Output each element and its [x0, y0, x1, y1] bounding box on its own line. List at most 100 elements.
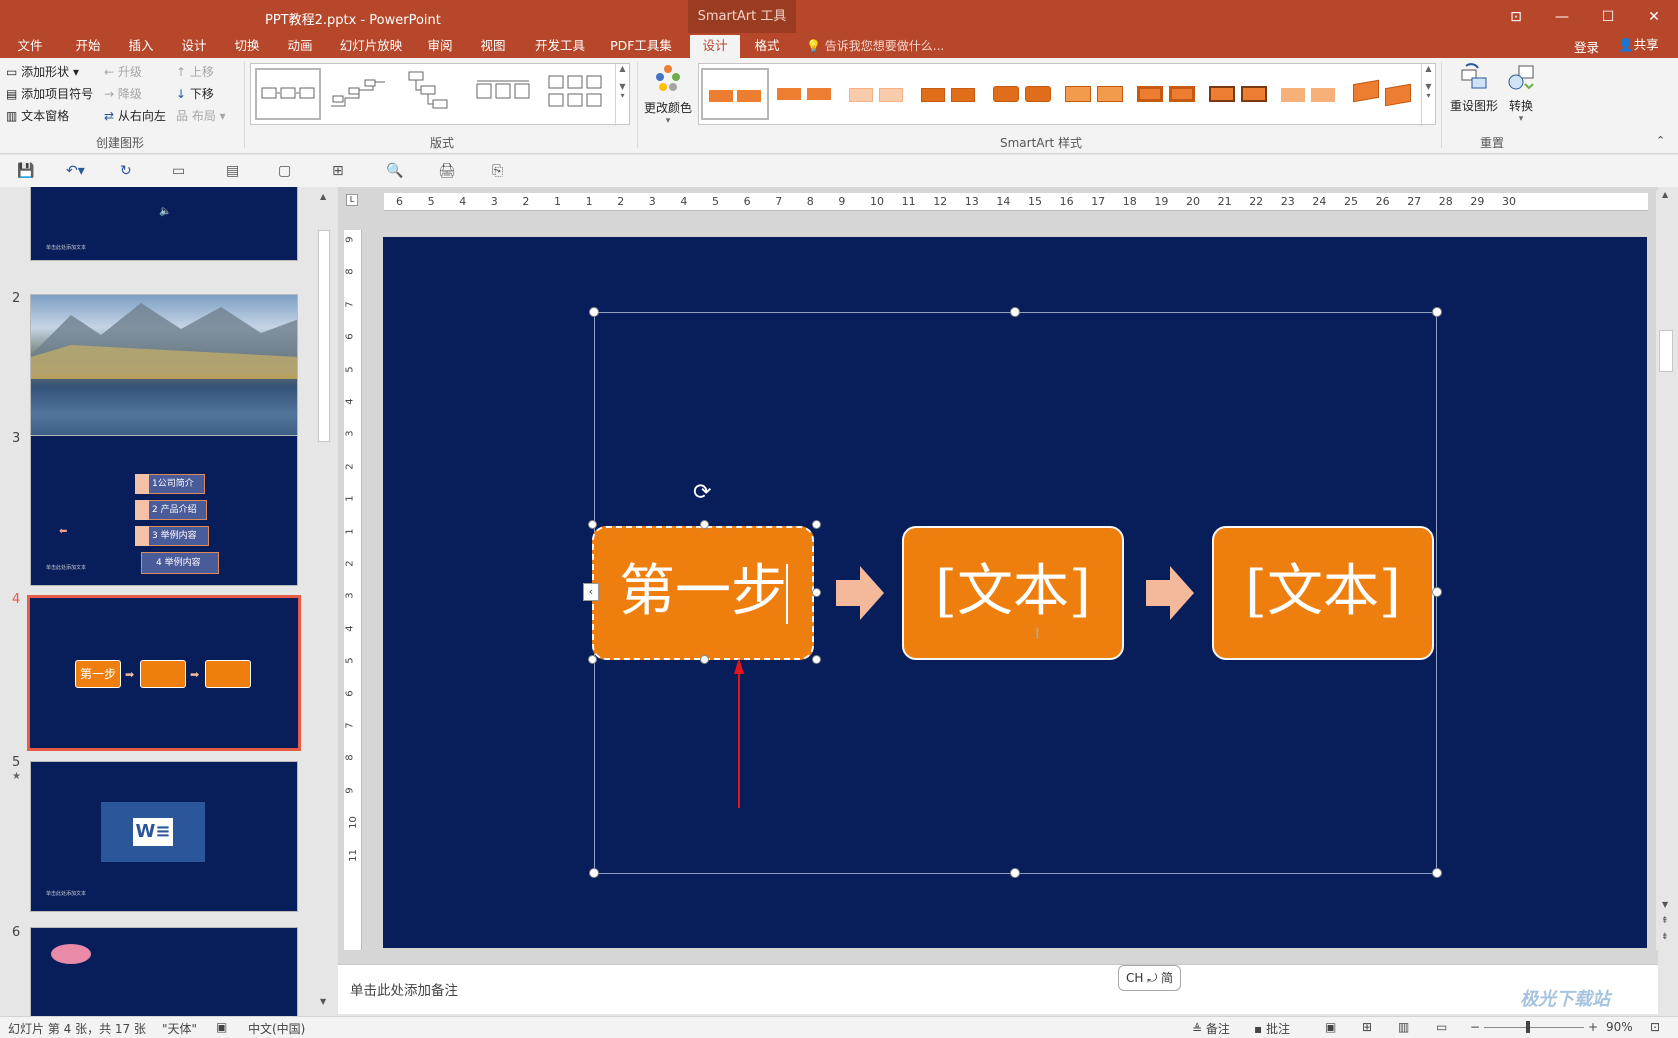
- new-slide-icon[interactable]: ▭: [172, 163, 185, 179]
- zoom-slider-thumb[interactable]: [1526, 1021, 1530, 1033]
- tab-stop-selector[interactable]: L: [346, 194, 358, 206]
- add-shape-button[interactable]: ▭ 添加形状 ▾: [6, 63, 79, 81]
- reading-view-icon[interactable]: ▥: [1398, 1020, 1409, 1034]
- tab-format[interactable]: 格式: [745, 35, 789, 58]
- print-icon[interactable]: 🖨: [438, 163, 456, 179]
- shape-handle[interactable]: [700, 655, 709, 664]
- tab-review[interactable]: 审阅: [420, 35, 460, 58]
- slide-sorter-icon[interactable]: ⊞: [1362, 1020, 1372, 1034]
- resize-handle[interactable]: [589, 307, 599, 317]
- redo-icon[interactable]: ↻: [120, 163, 132, 179]
- login-link[interactable]: 登录: [1574, 37, 1599, 56]
- ime-indicator[interactable]: CH ⤾ 简: [1118, 965, 1181, 991]
- layout-grid-process-thumb[interactable]: [545, 68, 611, 120]
- layout-icon[interactable]: ▤: [226, 163, 239, 179]
- notes-pane[interactable]: 单击此处添加备注: [338, 964, 1658, 1014]
- move-down-button[interactable]: ↓ 下移: [176, 85, 214, 103]
- tell-me-search[interactable]: 💡 告诉我您想要做什么...: [806, 37, 944, 54]
- text-pane-toggle-icon[interactable]: ‹: [583, 583, 599, 601]
- resize-handle[interactable]: [1010, 307, 1020, 317]
- resize-handle[interactable]: [1010, 868, 1020, 878]
- shape-handle[interactable]: [812, 520, 821, 529]
- move-up-button[interactable]: ↑ 上移: [176, 63, 214, 81]
- fit-to-window-icon[interactable]: ⊡: [1650, 1020, 1660, 1034]
- styles-gallery-scroll[interactable]: ▲ ▼ ▾: [1421, 64, 1435, 126]
- slide-thumbnail-4-selected[interactable]: 第一步 ➡ ➡: [27, 595, 301, 751]
- reset-graphic-button[interactable]: 重设图形: [1446, 62, 1502, 122]
- process-arrow-2[interactable]: [1146, 566, 1194, 620]
- zoom-level[interactable]: 90%: [1606, 1020, 1633, 1034]
- close-button[interactable]: ✕: [1634, 4, 1674, 30]
- shape-handle[interactable]: [812, 655, 821, 664]
- slide-thumbnail-2[interactable]: [30, 294, 298, 445]
- slide-thumbnail-3[interactable]: 1公司简介 2 产品介绍 3 举例内容 4 举例内容 ⬅ 单击此处添加文本: [30, 435, 298, 586]
- scroll-down-icon[interactable]: ▼: [320, 997, 326, 1006]
- layout-button[interactable]: 品 布局 ▾: [176, 107, 226, 125]
- slideshow-view-icon[interactable]: ▭: [1436, 1020, 1447, 1034]
- zoom-slider[interactable]: [1484, 1027, 1584, 1028]
- rotate-handle-icon[interactable]: ⟳: [693, 480, 711, 505]
- language-status[interactable]: 中文(中国): [248, 1020, 305, 1037]
- minimize-button[interactable]: —: [1542, 4, 1582, 30]
- scroll-up-icon[interactable]: ▲: [1662, 190, 1668, 199]
- style-thumb-moderate[interactable]: [917, 68, 985, 120]
- tab-developer[interactable]: 开发工具: [528, 35, 592, 58]
- change-colors-button[interactable]: 更改颜色 ▾: [642, 62, 694, 128]
- process-step-3-shape[interactable]: [文本]: [1212, 526, 1434, 660]
- layouts-gallery-scroll[interactable]: ▲ ▼ ▾: [615, 64, 629, 126]
- next-slide-icon[interactable]: ⇟: [1661, 932, 1669, 942]
- editor-scrollbar[interactable]: ▲ ▼ ⇞ ⇟: [1656, 190, 1676, 950]
- layout-step-up-thumb[interactable]: [327, 68, 393, 120]
- shape-handle[interactable]: [588, 520, 597, 529]
- text-pane-button[interactable]: ▥ 文本窗格: [6, 107, 69, 125]
- thumbnail-pane-scrollbar[interactable]: ▲ ▼: [316, 192, 332, 1012]
- tab-slideshow[interactable]: 幻灯片放映: [336, 35, 406, 58]
- step-2-text[interactable]: [文本]: [935, 559, 1091, 624]
- scroll-thumb[interactable]: [1659, 330, 1673, 372]
- right-to-left-button[interactable]: ⇄ 从右向左: [104, 107, 166, 125]
- ribbon-display-options-icon[interactable]: ⊡: [1496, 4, 1536, 30]
- zoom-in-icon[interactable]: +: [1588, 1020, 1598, 1034]
- tab-file[interactable]: 文件: [10, 35, 50, 58]
- notes-placeholder[interactable]: 单击此处添加备注: [350, 979, 458, 999]
- normal-view-icon[interactable]: ▣: [1325, 1020, 1336, 1034]
- resize-handle[interactable]: [589, 868, 599, 878]
- style-thumb-cartoon[interactable]: [1205, 68, 1273, 120]
- style-thumb-powder[interactable]: [1277, 68, 1345, 120]
- save-icon[interactable]: 💾: [17, 163, 34, 179]
- shape-handle[interactable]: [588, 655, 597, 664]
- demote-button[interactable]: → 降级: [104, 85, 142, 103]
- style-thumb-simple-fill[interactable]: [701, 68, 769, 120]
- proofing-icon[interactable]: ▣: [216, 1020, 227, 1034]
- process-step-1-shape[interactable]: 第一步: [592, 526, 814, 660]
- present-icon[interactable]: ▢: [278, 163, 291, 179]
- smartart-styles-gallery[interactable]: ▲ ▼ ▾: [698, 63, 1436, 126]
- export-icon[interactable]: ⎘: [492, 163, 503, 179]
- layout-continuous-thumb[interactable]: [473, 68, 539, 120]
- resize-handle[interactable]: [1432, 307, 1442, 317]
- slide-thumbnail-5[interactable]: W≡ 单击此处添加文本: [30, 761, 298, 912]
- style-thumb-polished[interactable]: [1061, 68, 1129, 120]
- style-thumb-inset[interactable]: [1133, 68, 1201, 120]
- add-bullet-button[interactable]: ▤ 添加项目符号: [6, 85, 93, 103]
- resize-handle[interactable]: [1432, 587, 1442, 597]
- shape-handle[interactable]: [700, 520, 709, 529]
- tab-animations[interactable]: 动画: [280, 35, 320, 58]
- process-arrow-1[interactable]: [836, 566, 884, 620]
- style-thumb-subtle[interactable]: [845, 68, 913, 120]
- shape-handle[interactable]: [812, 588, 821, 597]
- convert-button[interactable]: 转换 ▾: [1504, 62, 1538, 128]
- scroll-up-icon[interactable]: ▲: [320, 192, 326, 201]
- tab-transitions[interactable]: 切换: [227, 35, 267, 58]
- tab-insert[interactable]: 插入: [121, 35, 161, 58]
- style-thumb-intense[interactable]: [989, 68, 1057, 120]
- step-3-text[interactable]: [文本]: [1245, 559, 1401, 624]
- tab-pdf-tools[interactable]: PDF工具集: [606, 35, 676, 58]
- step-1-text[interactable]: 第一步: [619, 559, 787, 624]
- preview-icon[interactable]: 🔍: [386, 163, 403, 179]
- zoom-out-icon[interactable]: −: [1470, 1020, 1480, 1034]
- slide-thumbnail-1[interactable]: 🔈 单击此处添加文本: [30, 187, 298, 261]
- process-step-2-shape[interactable]: [文本]: [902, 526, 1124, 660]
- tab-home[interactable]: 开始: [68, 35, 108, 58]
- collapse-ribbon-icon[interactable]: ⌃: [1656, 134, 1665, 147]
